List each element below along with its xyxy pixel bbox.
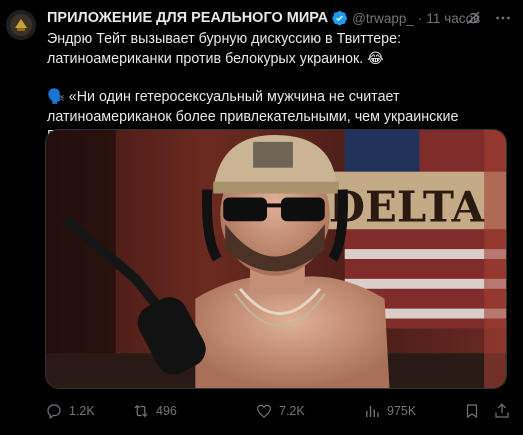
repost-count: 496 bbox=[156, 404, 177, 418]
media-image[interactable]: DELTA bbox=[45, 129, 507, 389]
reply-count: 1.2K bbox=[69, 404, 95, 418]
bookmark-button[interactable] bbox=[463, 402, 487, 420]
header-actions bbox=[463, 8, 513, 28]
tweet-paragraph-1: Эндрю Тейт вызывает бурную дискуссию в Т… bbox=[47, 31, 402, 67]
avatar[interactable] bbox=[6, 10, 36, 40]
verified-badge-icon bbox=[332, 10, 348, 26]
more-icon[interactable] bbox=[493, 8, 513, 28]
reply-icon bbox=[45, 402, 63, 420]
like-count: 7.2K bbox=[279, 404, 305, 418]
heart-icon bbox=[255, 402, 273, 420]
author-handle[interactable]: @trwapp_ bbox=[352, 11, 414, 26]
bookmark-icon bbox=[463, 402, 481, 420]
tweet-actions: 1.2K 496 7.2K 975K bbox=[45, 400, 513, 422]
repost-button[interactable]: 496 bbox=[132, 402, 177, 420]
video-still-image: DELTA bbox=[46, 130, 506, 388]
avatar-logo-icon bbox=[6, 10, 36, 40]
repost-icon bbox=[132, 402, 150, 420]
views-button[interactable]: 975K bbox=[363, 402, 416, 420]
grok-icon[interactable] bbox=[463, 8, 483, 28]
tweet-header: ПРИЛОЖЕНИЕ ДЛЯ РЕАЛЬНОГО МИРА @trwapp_ ·… bbox=[47, 8, 513, 28]
views-icon bbox=[363, 402, 381, 420]
author-name[interactable]: ПРИЛОЖЕНИЕ ДЛЯ РЕАЛЬНОГО МИРА bbox=[47, 10, 328, 26]
reply-button[interactable]: 1.2K bbox=[45, 402, 95, 420]
delta-sign-text: DELTA bbox=[329, 182, 485, 231]
tweet[interactable]: ПРИЛОЖЕНИЕ ДЛЯ РЕАЛЬНОГО МИРА @trwapp_ ·… bbox=[0, 0, 523, 435]
share-icon bbox=[493, 402, 511, 420]
separator-dot: · bbox=[417, 10, 423, 26]
share-button[interactable] bbox=[493, 402, 517, 420]
like-button[interactable]: 7.2K bbox=[255, 402, 305, 420]
views-count: 975K bbox=[387, 404, 417, 418]
